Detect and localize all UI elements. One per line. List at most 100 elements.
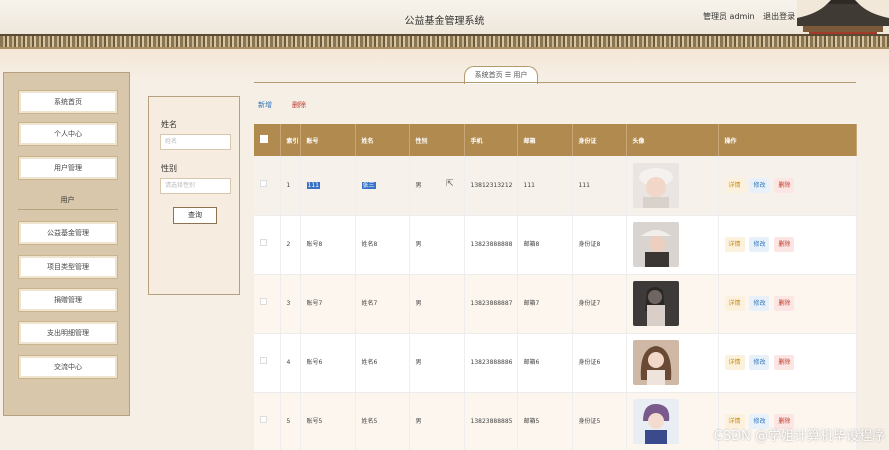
table-row: 4 账号6 姓名6 男 13823888886 邮箱6 身份证6 详情 修改 删… <box>254 333 857 393</box>
cell-index: 1 <box>280 156 301 216</box>
watermark: CSDN @学姐计算机毕设程序 <box>713 429 885 444</box>
hero-background <box>0 49 889 79</box>
cell-avatar <box>626 156 719 216</box>
breadcrumb-home[interactable]: 系统首页 <box>475 71 503 79</box>
cell-name: 姓名5 <box>355 392 410 450</box>
col-email: 邮箱 <box>517 124 573 156</box>
row-delete-button[interactable]: 删除 <box>774 237 795 252</box>
row-checkbox[interactable] <box>254 392 281 450</box>
cell-id-card: 身份证5 <box>572 392 627 450</box>
current-user: 管理员 admin <box>703 12 755 21</box>
table-row: 2 账号8 姓名8 男 13823888888 邮箱8 身份证8 详情 修改 删… <box>254 215 857 275</box>
table-header-row: 索引 账号 姓名 性别 手机 邮箱 身份证 头像 操作 <box>254 124 857 156</box>
avatar-image <box>632 281 679 326</box>
row-delete-button[interactable]: 删除 <box>774 177 795 193</box>
col-index: 索引 <box>280 124 301 156</box>
avatar-image <box>632 222 679 267</box>
avatar-image <box>632 340 679 385</box>
cell-gender: 男 <box>409 392 465 450</box>
search-panel: 姓名 姓名 性别 请选择性别 查询 <box>148 96 240 295</box>
row-delete-button[interactable]: 删除 <box>774 355 795 370</box>
gender-label: 性别 <box>161 164 177 173</box>
sidebar-item-profile[interactable]: 个人中心 <box>18 122 118 146</box>
cell-id-card: 111 <box>572 156 627 216</box>
sidebar-item-users[interactable]: 用户管理 <box>18 156 118 180</box>
sidebar-item-home[interactable]: 系统首页 <box>18 90 118 114</box>
name-input[interactable]: 姓名 <box>160 134 231 150</box>
cell-gender: 男 <box>409 215 465 275</box>
cell-email: 邮箱8 <box>517 215 573 275</box>
cell-email: 邮箱7 <box>517 274 573 334</box>
detail-button[interactable]: 详情 <box>724 296 745 311</box>
logout-link[interactable]: 退出登录 <box>763 12 795 21</box>
delete-button[interactable]: 删除 <box>292 100 306 110</box>
cell-actions: 详情 修改 删除 <box>718 333 857 393</box>
cell-avatar <box>626 333 719 393</box>
cell-email: 邮箱6 <box>517 333 573 393</box>
edit-button[interactable]: 修改 <box>749 355 770 370</box>
cell-avatar <box>626 215 719 275</box>
detail-button[interactable]: 详情 <box>724 237 745 252</box>
cell-id-card: 身份证7 <box>572 274 627 334</box>
row-delete-button[interactable]: 删除 <box>774 296 795 311</box>
cell-phone: 13823888888 <box>464 215 518 275</box>
cell-actions: 详情 修改 删除 <box>718 156 857 216</box>
cell-index: 4 <box>280 333 301 393</box>
sidebar-item-forum[interactable]: 交流中心 <box>18 355 118 379</box>
cell-gender: 男 <box>409 156 465 216</box>
cell-gender: 男 <box>409 333 465 393</box>
cell-account: 账号6 <box>300 333 356 393</box>
cell-index: 3 <box>280 274 301 334</box>
header-bar: 公益基金管理系统 管理员 admin 退出登录 <box>0 0 889 34</box>
cell-name: 姓名7 <box>355 274 410 334</box>
breadcrumb-separator-icon: ☰ <box>504 71 512 79</box>
cell-phone: 13823888886 <box>464 333 518 393</box>
sidebar-item-fund[interactable]: 公益基金管理 <box>18 221 118 245</box>
cell-name: 姓名6 <box>355 333 410 393</box>
cell-email: 邮箱5 <box>517 392 573 450</box>
detail-button[interactable]: 详情 <box>724 177 745 193</box>
cell-actions: 详情 修改 删除 <box>718 274 857 334</box>
cell-email: 111 <box>517 156 573 216</box>
col-actions: 操作 <box>718 124 857 156</box>
sidebar-group-label: 用户 <box>60 196 75 204</box>
avatar-image <box>632 399 679 444</box>
edit-button[interactable]: 修改 <box>749 237 770 252</box>
cell-account: 111 <box>300 156 356 216</box>
gender-select[interactable]: 请选择性别 <box>160 178 231 194</box>
user-table: 索引 账号 姓名 性别 手机 邮箱 身份证 头像 操作 1 111 张三 男 1… <box>254 124 857 450</box>
sidebar-item-project-type[interactable]: 项目类型管理 <box>18 255 118 279</box>
table-row: 1 111 张三 男 13812313212 111 111 详情 修改 删除 <box>254 156 857 216</box>
edit-button[interactable]: 修改 <box>749 296 770 311</box>
cell-actions: 详情 修改 删除 <box>718 215 857 275</box>
cell-name: 张三 <box>355 156 410 216</box>
sidebar-divider <box>18 209 118 210</box>
sidebar: 系统首页 个人中心 用户管理 用户 公益基金管理 项目类型管理 捐赠管理 支出明… <box>3 72 130 416</box>
cell-name: 姓名8 <box>355 215 410 275</box>
cell-avatar <box>626 274 719 334</box>
cell-account-text: 111 <box>306 181 320 189</box>
name-label: 姓名 <box>161 120 177 129</box>
table-row: 3 账号7 姓名7 男 13823888887 邮箱7 身份证7 详情 修改 删… <box>254 274 857 334</box>
detail-button[interactable]: 详情 <box>724 355 745 370</box>
cell-phone: 13823888885 <box>464 392 518 450</box>
query-button[interactable]: 查询 <box>173 207 217 224</box>
cell-phone: 13812313212 <box>464 156 518 216</box>
decorative-border <box>0 34 889 49</box>
cell-account: 账号5 <box>300 392 356 450</box>
breadcrumb-underline <box>254 82 856 83</box>
cell-name-text: 张三 <box>361 181 376 189</box>
select-all-checkbox[interactable] <box>254 124 281 156</box>
col-gender: 性别 <box>409 124 465 156</box>
col-account: 账号 <box>300 124 356 156</box>
cell-gender: 男 <box>409 274 465 334</box>
row-checkbox[interactable] <box>254 333 281 393</box>
add-button[interactable]: 新增 <box>258 100 272 110</box>
sidebar-item-donation[interactable]: 捐赠管理 <box>18 288 118 312</box>
sidebar-item-expense[interactable]: 支出明细管理 <box>18 321 118 345</box>
row-checkbox[interactable] <box>254 156 281 216</box>
row-checkbox[interactable] <box>254 274 281 334</box>
edit-button[interactable]: 修改 <box>749 177 770 193</box>
row-checkbox[interactable] <box>254 215 281 275</box>
col-name: 姓名 <box>355 124 410 156</box>
